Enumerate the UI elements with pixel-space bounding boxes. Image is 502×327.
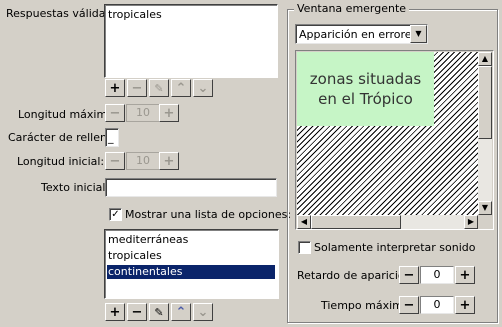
scroll-thumb[interactable]: [478, 66, 492, 139]
max-length-label: Longitud máxima:: [18, 108, 118, 121]
scroll-left-icon[interactable]: ◀: [297, 215, 311, 229]
popup-preview-frame: zonas situadas en el Trópico ▲ ▼ ◀ ▶: [295, 50, 494, 230]
delay-decrement-button[interactable]: −: [399, 266, 419, 284]
show-options-checkbox[interactable]: ✓: [109, 208, 122, 221]
horizontal-scrollbar[interactable]: ◀ ▶: [297, 215, 478, 229]
add-option-button[interactable]: +: [105, 303, 125, 321]
fill-char-field[interactable]: _: [105, 128, 119, 147]
max-length-decrement-button[interactable]: −: [105, 104, 125, 122]
move-down-button[interactable]: ⌄: [193, 79, 213, 97]
initial-length-increment-button[interactable]: +: [159, 152, 179, 170]
only-sound-checkbox[interactable]: [298, 241, 311, 254]
max-length-field[interactable]: 10: [126, 104, 160, 122]
edit-option-button[interactable]: ✎: [149, 303, 169, 321]
remove-option-button[interactable]: −: [127, 303, 147, 321]
delay-increment-button[interactable]: +: [455, 266, 475, 284]
popup-mode-select[interactable]: Apparición en errores: [295, 24, 428, 44]
options-list[interactable]: mediterráneas tropicales continentales: [104, 229, 279, 299]
initial-length-decrement-button[interactable]: −: [105, 152, 125, 170]
scroll-up-icon[interactable]: ▲: [478, 52, 492, 66]
delay-label: Retardo de aparicion:: [297, 269, 416, 282]
move-option-down-button[interactable]: ⌄: [193, 303, 213, 321]
only-sound-label: Solamente interpretar sonido: [314, 241, 476, 254]
vertical-scrollbar[interactable]: ▲ ▼: [478, 52, 492, 215]
max-time-decrement-button[interactable]: −: [399, 296, 419, 314]
move-up-button[interactable]: ⌃: [171, 79, 191, 97]
popup-mode-select-value: Apparición en errores: [299, 28, 418, 41]
list-item-selected[interactable]: continentales: [107, 265, 275, 279]
popup-group-title: Ventana emergente: [294, 2, 410, 15]
max-time-increment-button[interactable]: +: [455, 296, 475, 314]
scroll-right-icon[interactable]: ▶: [464, 215, 478, 229]
scroll-thumb[interactable]: [311, 215, 401, 229]
scroll-down-icon[interactable]: ▼: [478, 201, 492, 215]
remove-answer-button[interactable]: −: [127, 79, 147, 97]
valid-answers-label: Respuestas válidas:: [6, 7, 115, 20]
show-options-label: Mostrar una lista de opciones:: [125, 208, 292, 221]
initial-length-label: Longitud inicial:: [17, 155, 105, 168]
list-item[interactable]: tropicales: [107, 249, 162, 263]
chevron-down-icon[interactable]: ▼: [410, 25, 427, 43]
max-length-increment-button[interactable]: +: [159, 104, 179, 122]
list-item[interactable]: mediterráneas: [107, 233, 188, 247]
popup-preview-text: zonas situadas en el Trópico: [297, 52, 434, 126]
fill-char-label: Carácter de relleno: [8, 131, 114, 144]
initial-length-field[interactable]: 10: [126, 152, 160, 170]
list-item[interactable]: tropicales: [107, 8, 162, 22]
initial-text-input[interactable]: [105, 178, 277, 197]
valid-answers-list[interactable]: tropicales: [104, 4, 278, 78]
move-option-up-button[interactable]: ⌃: [171, 303, 191, 321]
add-answer-button[interactable]: +: [105, 79, 125, 97]
delay-field[interactable]: 0: [420, 266, 454, 284]
initial-text-label: Texto inicial:: [41, 181, 110, 194]
edit-answer-button[interactable]: ✎: [149, 79, 169, 97]
max-time-field[interactable]: 0: [420, 296, 454, 314]
